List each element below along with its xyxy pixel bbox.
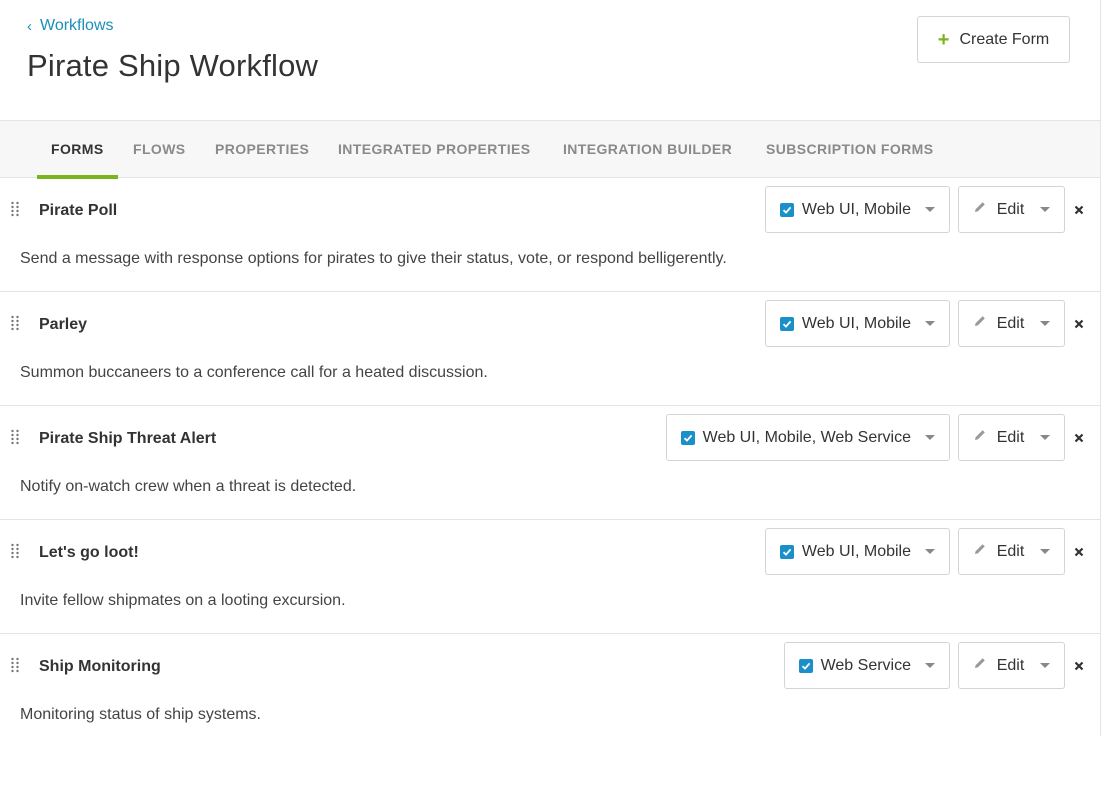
form-row: Ship Monitoring Web Service Edit Monitor… bbox=[0, 634, 1100, 748]
tab-properties[interactable]: PROPERTIES bbox=[215, 121, 309, 178]
form-description: Notify on-watch crew when a threat is de… bbox=[20, 478, 357, 495]
channels-dropdown[interactable]: Web Service bbox=[783, 642, 950, 689]
form-title: Let's go loot! bbox=[39, 544, 139, 561]
checkbox-checked-icon[interactable] bbox=[779, 544, 794, 559]
tab-forms[interactable]: FORMS bbox=[37, 121, 118, 179]
drag-handle-icon[interactable] bbox=[11, 429, 19, 445]
plus-icon: + bbox=[937, 28, 950, 51]
edit-dropdown-button[interactable]: Edit bbox=[958, 642, 1065, 689]
edit-label: Edit bbox=[996, 542, 1025, 560]
pencil-icon bbox=[973, 656, 987, 675]
drag-handle-icon[interactable] bbox=[11, 543, 19, 559]
delete-form-button[interactable] bbox=[1072, 430, 1086, 446]
form-description: Send a message with response options for… bbox=[20, 250, 727, 267]
caret-down-icon bbox=[925, 435, 935, 440]
edit-dropdown-button[interactable]: Edit bbox=[958, 186, 1065, 233]
close-icon bbox=[1074, 661, 1084, 671]
close-icon bbox=[1074, 319, 1084, 329]
form-description: Monitoring status of ship systems. bbox=[20, 706, 261, 723]
checkbox-checked-icon[interactable] bbox=[779, 202, 794, 217]
edit-dropdown-button[interactable]: Edit bbox=[958, 300, 1065, 347]
channels-label: Web UI, Mobile bbox=[801, 200, 911, 218]
edit-label: Edit bbox=[996, 656, 1025, 674]
drag-handle-icon[interactable] bbox=[11, 657, 19, 673]
tab-flows[interactable]: FLOWS bbox=[133, 121, 186, 178]
pencil-icon bbox=[973, 542, 987, 561]
caret-down-icon bbox=[925, 663, 935, 668]
channels-label: Web UI, Mobile bbox=[801, 542, 911, 560]
channels-dropdown[interactable]: Web UI, Mobile bbox=[764, 186, 950, 233]
channels-label: Web Service bbox=[820, 656, 911, 674]
channels-dropdown[interactable]: Web UI, Mobile bbox=[764, 528, 950, 575]
page-header: ‹ Workflows Pirate Ship Workflow + Creat… bbox=[0, 0, 1104, 120]
channels-dropdown[interactable]: Web UI, Mobile bbox=[764, 300, 950, 347]
caret-down-icon bbox=[1040, 435, 1051, 440]
edit-label: Edit bbox=[996, 428, 1025, 446]
edit-dropdown-button[interactable]: Edit bbox=[958, 414, 1065, 461]
form-description: Invite fellow shipmates on a looting exc… bbox=[20, 592, 346, 609]
caret-down-icon bbox=[1040, 321, 1051, 326]
form-row: Parley Web UI, Mobile Edit Summon buccan… bbox=[0, 292, 1100, 406]
close-icon bbox=[1074, 547, 1084, 557]
caret-down-icon bbox=[925, 207, 935, 212]
edit-label: Edit bbox=[996, 314, 1025, 332]
checkbox-checked-icon[interactable] bbox=[779, 316, 794, 331]
drag-handle-icon[interactable] bbox=[11, 315, 19, 331]
pencil-icon bbox=[973, 314, 987, 333]
edit-label: Edit bbox=[996, 200, 1025, 218]
caret-down-icon bbox=[1040, 549, 1051, 554]
create-form-label: Create Form bbox=[959, 30, 1050, 48]
channels-dropdown[interactable]: Web UI, Mobile, Web Service bbox=[665, 414, 950, 461]
breadcrumb-label: Workflows bbox=[40, 17, 114, 34]
close-icon bbox=[1074, 205, 1084, 215]
form-row: Pirate Ship Threat Alert Web UI, Mobile,… bbox=[0, 406, 1100, 520]
caret-down-icon bbox=[1040, 663, 1051, 668]
tab-integration-builder[interactable]: INTEGRATION BUILDER bbox=[563, 121, 732, 178]
form-row: Let's go loot! Web UI, Mobile Edit Invit… bbox=[0, 520, 1100, 634]
caret-down-icon bbox=[925, 321, 935, 326]
form-title: Ship Monitoring bbox=[39, 658, 161, 675]
delete-form-button[interactable] bbox=[1072, 544, 1086, 560]
form-description: Summon buccaneers to a conference call f… bbox=[20, 364, 488, 381]
caret-down-icon bbox=[1040, 207, 1051, 212]
form-title: Pirate Ship Threat Alert bbox=[39, 430, 217, 447]
workflow-page: ‹ Workflows Pirate Ship Workflow + Creat… bbox=[0, 0, 1104, 794]
drag-handle-icon[interactable] bbox=[11, 201, 19, 217]
page-title: Pirate Ship Workflow bbox=[27, 48, 319, 83]
caret-down-icon bbox=[925, 549, 935, 554]
pencil-icon bbox=[973, 428, 987, 447]
form-title: Parley bbox=[39, 316, 88, 333]
channels-label: Web UI, Mobile, Web Service bbox=[702, 428, 911, 446]
tab-bar: FORMS FLOWS PROPERTIES INTEGRATED PROPER… bbox=[0, 120, 1100, 179]
close-icon bbox=[1074, 433, 1084, 443]
create-form-button[interactable]: + Create Form bbox=[917, 16, 1070, 63]
checkbox-checked-icon[interactable] bbox=[680, 430, 695, 445]
delete-form-button[interactable] bbox=[1072, 202, 1086, 218]
form-row: Pirate Poll Web UI, Mobile Edit Send a m… bbox=[0, 178, 1100, 292]
edit-dropdown-button[interactable]: Edit bbox=[958, 528, 1065, 575]
tab-integrated-properties[interactable]: INTEGRATED PROPERTIES bbox=[338, 121, 531, 178]
delete-form-button[interactable] bbox=[1072, 316, 1086, 332]
form-title: Pirate Poll bbox=[39, 202, 118, 219]
breadcrumb-workflows-link[interactable]: ‹ Workflows bbox=[27, 17, 114, 35]
checkbox-checked-icon[interactable] bbox=[798, 658, 813, 673]
pencil-icon bbox=[973, 200, 987, 219]
chevron-left-icon: ‹ bbox=[27, 17, 32, 35]
delete-form-button[interactable] bbox=[1072, 658, 1086, 674]
tab-subscription-forms[interactable]: SUBSCRIPTION FORMS bbox=[766, 121, 933, 178]
channels-label: Web UI, Mobile bbox=[801, 314, 911, 332]
